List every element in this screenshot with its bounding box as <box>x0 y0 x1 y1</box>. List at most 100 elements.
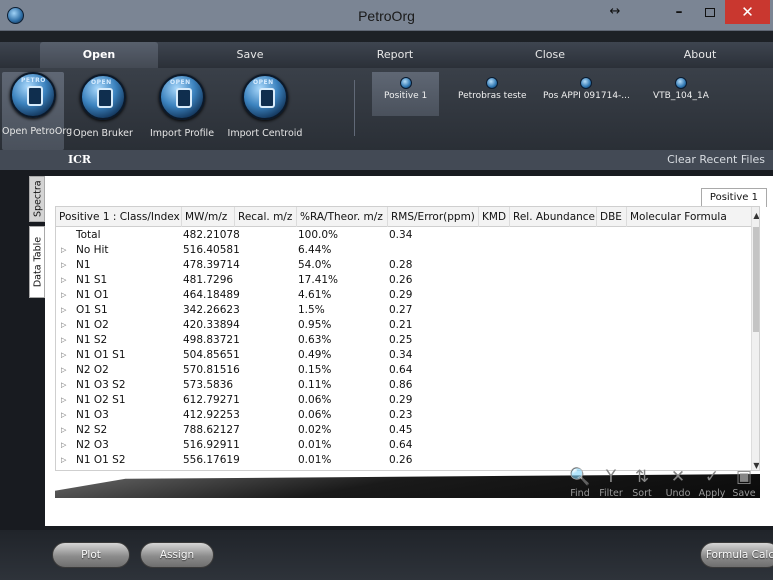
tab-about[interactable]: About <box>655 42 745 68</box>
side-tab-data-table[interactable]: Data Table <box>29 226 45 298</box>
import-profile-button[interactable]: OPEN Import Profile <box>146 74 218 139</box>
table-row[interactable]: ▷ N1 O1 464.18489 4.61% 0.29 <box>56 288 748 302</box>
recent-file-item[interactable]: Petrobras teste <box>458 77 526 101</box>
tab-open[interactable]: Open <box>40 42 158 68</box>
expand-arrow-icon[interactable]: ▷ <box>61 318 66 332</box>
import-centroid-button[interactable]: OPEN Import Centroid <box>225 74 305 139</box>
table-cell-name: N1 O2 <box>76 319 109 331</box>
expand-arrow-icon[interactable]: ▷ <box>61 378 66 392</box>
open-petroorg-button[interactable]: PETRO Open PetroOrg <box>2 72 72 150</box>
table-row[interactable]: ▷ N1 478.39714 54.0% 0.28 <box>56 258 748 272</box>
table-cell-mw: 573.5836 <box>183 379 234 391</box>
tab-save[interactable]: Save <box>205 42 295 68</box>
close-button[interactable]: ✕ <box>725 0 770 24</box>
table-cell-mw: 412.92253 <box>183 409 240 421</box>
column-header[interactable]: KMD <box>479 207 510 227</box>
plot-button[interactable]: Plot <box>52 542 130 568</box>
find-button[interactable]: 🔍 Find <box>565 466 595 499</box>
apply-button[interactable]: ✓ Apply <box>697 466 727 499</box>
table-cell-rms: 0.26 <box>389 274 413 286</box>
table-cell-ra: 0.01% <box>298 454 332 466</box>
table-cell-ra: 0.11% <box>298 379 332 391</box>
toolbar-button-label: Find <box>570 488 590 499</box>
column-header[interactable]: DBE <box>597 207 627 227</box>
table-row[interactable]: ▷ N1 O1 S2 556.17619 0.01% 0.26 <box>56 453 748 467</box>
minimize-button[interactable]: – <box>664 0 694 24</box>
sort-button[interactable]: ⇅ Sort <box>627 466 657 499</box>
table-row[interactable]: ▷ No Hit 516.40581 6.44% <box>56 243 748 257</box>
table-cell-ra: 6.44% <box>298 244 332 256</box>
recent-file-item[interactable]: Pos APPI 091714-... <box>543 77 630 101</box>
expand-arrow-icon[interactable]: ▷ <box>61 438 66 452</box>
table-row[interactable]: ▷ N2 S2 788.62127 0.02% 0.45 <box>56 423 748 437</box>
expand-arrow-icon[interactable]: ▷ <box>61 273 66 287</box>
expand-arrow-icon[interactable]: ▷ <box>61 288 66 302</box>
recent-file-item[interactable]: Positive 1 <box>372 72 440 116</box>
table-row[interactable]: ▷ N1 S1 481.7296 17.41% 0.26 <box>56 273 748 287</box>
column-header[interactable]: Positive 1 : Class/Index <box>56 207 182 227</box>
tab-positive-1[interactable]: Positive 1 <box>700 188 767 207</box>
expand-arrow-icon[interactable]: ▷ <box>61 453 66 467</box>
formula-calc-button[interactable]: Formula Calc <box>700 542 773 568</box>
column-header[interactable]: %RA/Theor. m/z <box>297 207 388 227</box>
table-cell-name: N2 S2 <box>76 424 108 436</box>
column-header[interactable]: RMS/Error(ppm) <box>388 207 479 227</box>
table-row[interactable]: ▷ N1 O1 S1 504.85651 0.49% 0.34 <box>56 348 748 362</box>
table-cell-ra: 0.06% <box>298 409 332 421</box>
tab-report[interactable]: Report <box>350 42 440 68</box>
column-header[interactable]: Rel. Abundance <box>510 207 597 227</box>
expand-arrow-icon[interactable]: ▷ <box>61 303 66 317</box>
column-header[interactable]: Recal. m/z <box>235 207 297 227</box>
resize-icon[interactable]: ↔ <box>600 0 630 24</box>
table-cell-name: N2 O3 <box>76 439 109 451</box>
expand-arrow-icon[interactable]: ▷ <box>61 333 66 347</box>
expand-arrow-icon[interactable]: ▷ <box>61 423 66 437</box>
table-row[interactable]: ▷ O1 S1 342.26623 1.5% 0.27 <box>56 303 748 317</box>
expand-arrow-icon[interactable]: ▷ <box>61 363 66 377</box>
expand-arrow-icon[interactable]: ▷ <box>61 348 66 362</box>
tab-close[interactable]: Close <box>505 42 595 68</box>
column-header[interactable]: MW/m/z <box>182 207 235 227</box>
table-row[interactable]: ▷ N2 O3 516.92911 0.01% 0.64 <box>56 438 748 452</box>
table-row[interactable]: ▷ N1 S2 498.83721 0.63% 0.25 <box>56 333 748 347</box>
recent-file-icon <box>399 77 412 89</box>
table-cell-mw: 342.26623 <box>183 304 240 316</box>
table-cell-mw: 612.79271 <box>183 394 240 406</box>
expand-arrow-icon[interactable]: ▷ <box>61 243 66 257</box>
table-row[interactable]: ▷ N1 O3 S2 573.5836 0.11% 0.86 <box>56 378 748 392</box>
column-header[interactable]: Molecular Formula <box>627 207 751 227</box>
table-row[interactable]: Total 482.21078 100.0% 0.34 <box>56 228 748 242</box>
vertical-scrollbar[interactable]: ▲ ▼ <box>751 207 759 470</box>
open-bruker-icon: OPEN <box>80 74 126 120</box>
title-bar: PetroOrg ↔ – ✕ <box>0 0 773 31</box>
filter-button[interactable]: Y Filter <box>596 466 626 499</box>
table-cell-mw: 420.33894 <box>183 319 240 331</box>
bottom-bar: Plot Assign Formula Calc <box>0 530 773 580</box>
expand-arrow-icon[interactable]: ▷ <box>61 408 66 422</box>
scroll-up-icon[interactable]: ▲ <box>752 211 759 220</box>
table-row[interactable]: ▷ N1 O2 S1 612.79271 0.06% 0.29 <box>56 393 748 407</box>
scroll-thumb[interactable] <box>753 227 759 332</box>
assign-button[interactable]: Assign <box>140 542 214 568</box>
table-cell-rms: 0.34 <box>389 349 413 361</box>
expand-arrow-icon[interactable]: ▷ <box>61 393 66 407</box>
table-cell-ra: 54.0% <box>298 259 332 271</box>
save-button[interactable]: ▣ Save <box>729 466 759 499</box>
clear-recent-files-button[interactable]: Clear Recent Files <box>667 153 765 166</box>
table-cell-name: O1 S1 <box>76 304 108 316</box>
table-row[interactable]: ▷ N2 O2 570.81516 0.15% 0.64 <box>56 363 748 377</box>
table-cell-ra: 0.95% <box>298 319 332 331</box>
table-row[interactable]: ▷ N1 O2 420.33894 0.95% 0.21 <box>56 318 748 332</box>
undo-button[interactable]: ✕ Undo <box>663 466 693 499</box>
expand-arrow-icon[interactable]: ▷ <box>61 258 66 272</box>
table-cell-rms: 0.29 <box>389 394 413 406</box>
table-cell-rms: 0.29 <box>389 289 413 301</box>
open-bruker-button[interactable]: OPEN Open Bruker <box>68 74 138 139</box>
recent-file-item[interactable]: VTB_104_1A <box>653 77 709 101</box>
table-cell-name: N1 O1 <box>76 289 109 301</box>
side-tab-spectra[interactable]: Spectra <box>29 176 45 222</box>
table-row[interactable]: ▷ N1 O3 412.92253 0.06% 0.23 <box>56 408 748 422</box>
maximize-button[interactable] <box>695 0 725 24</box>
table-cell-mw: 556.17619 <box>183 454 240 466</box>
section-title: ICR <box>68 153 92 166</box>
